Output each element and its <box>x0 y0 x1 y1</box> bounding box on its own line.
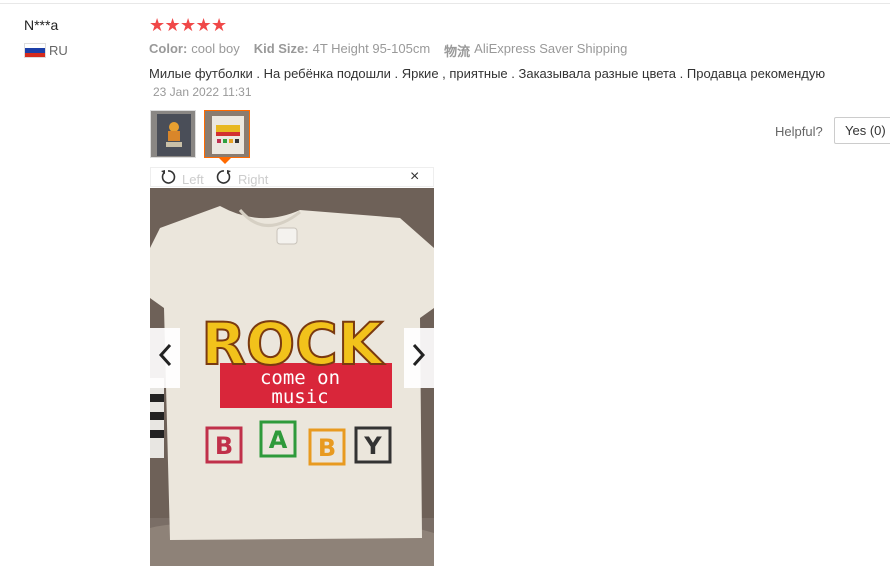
review-date: 23 Jan 2022 11:31 <box>153 85 252 99</box>
rotate-right-label: Right <box>238 172 269 187</box>
attr-color-value: cool boy <box>191 41 240 56</box>
attr-shipping-key: 物流 <box>444 44 471 59</box>
attr-size-value: 4T Height 95-105cm <box>312 41 431 56</box>
shirt-block-letter: Y <box>363 432 382 460</box>
reviewer-country: RU <box>24 43 68 58</box>
star-icon: ★ <box>164 15 181 35</box>
review-text: Милые футболки . На ребёнка подошли . Яр… <box>149 66 826 81</box>
shirt-block-letter: A <box>269 426 288 454</box>
rating-stars: ★ ★ ★ ★ ★ <box>149 15 227 35</box>
attr-color-key: Color: <box>149 41 188 56</box>
rotate-right-button[interactable]: Right <box>216 169 268 190</box>
previous-photo-button[interactable] <box>150 328 180 388</box>
star-icon: ★ <box>149 15 166 35</box>
close-viewer-icon[interactable]: × <box>410 168 419 186</box>
shirt-block-letter: B <box>215 432 233 460</box>
star-icon: ★ <box>195 15 212 35</box>
helpful-yes-button[interactable]: Yes (0) <box>834 117 890 144</box>
next-photo-button[interactable] <box>404 328 434 388</box>
photo-thumbnail-2[interactable] <box>204 110 250 158</box>
star-icon: ★ <box>180 15 197 35</box>
photo-thumbnail-1[interactable] <box>150 110 196 158</box>
chevron-right-icon <box>412 343 426 373</box>
rotate-left-icon <box>160 169 176 190</box>
chevron-left-icon <box>158 343 172 373</box>
shirt-block-letter: B <box>318 434 336 462</box>
attr-size-key: Kid Size: <box>253 41 309 56</box>
rotate-right-icon <box>216 169 232 190</box>
country-code: RU <box>49 43 68 58</box>
star-icon: ★ <box>211 15 228 35</box>
rotate-left-button[interactable]: Left <box>160 169 204 190</box>
attr-shipping-value: AliExpress Saver Shipping <box>474 41 628 56</box>
helpful-label: Helpful? <box>775 124 823 139</box>
review-photo: ROCK come on music B A B Y <box>150 188 434 566</box>
active-thumbnail-caret <box>219 158 231 164</box>
russia-flag-icon <box>24 43 46 58</box>
shirt-print-banner-line2: music <box>271 386 328 408</box>
reviewer-name: N***a <box>24 17 59 33</box>
top-divider <box>0 3 890 4</box>
rotate-left-label: Left <box>182 172 204 187</box>
order-attributes: Color: cool boy Kid Size: 4T Height 95-1… <box>149 41 641 60</box>
